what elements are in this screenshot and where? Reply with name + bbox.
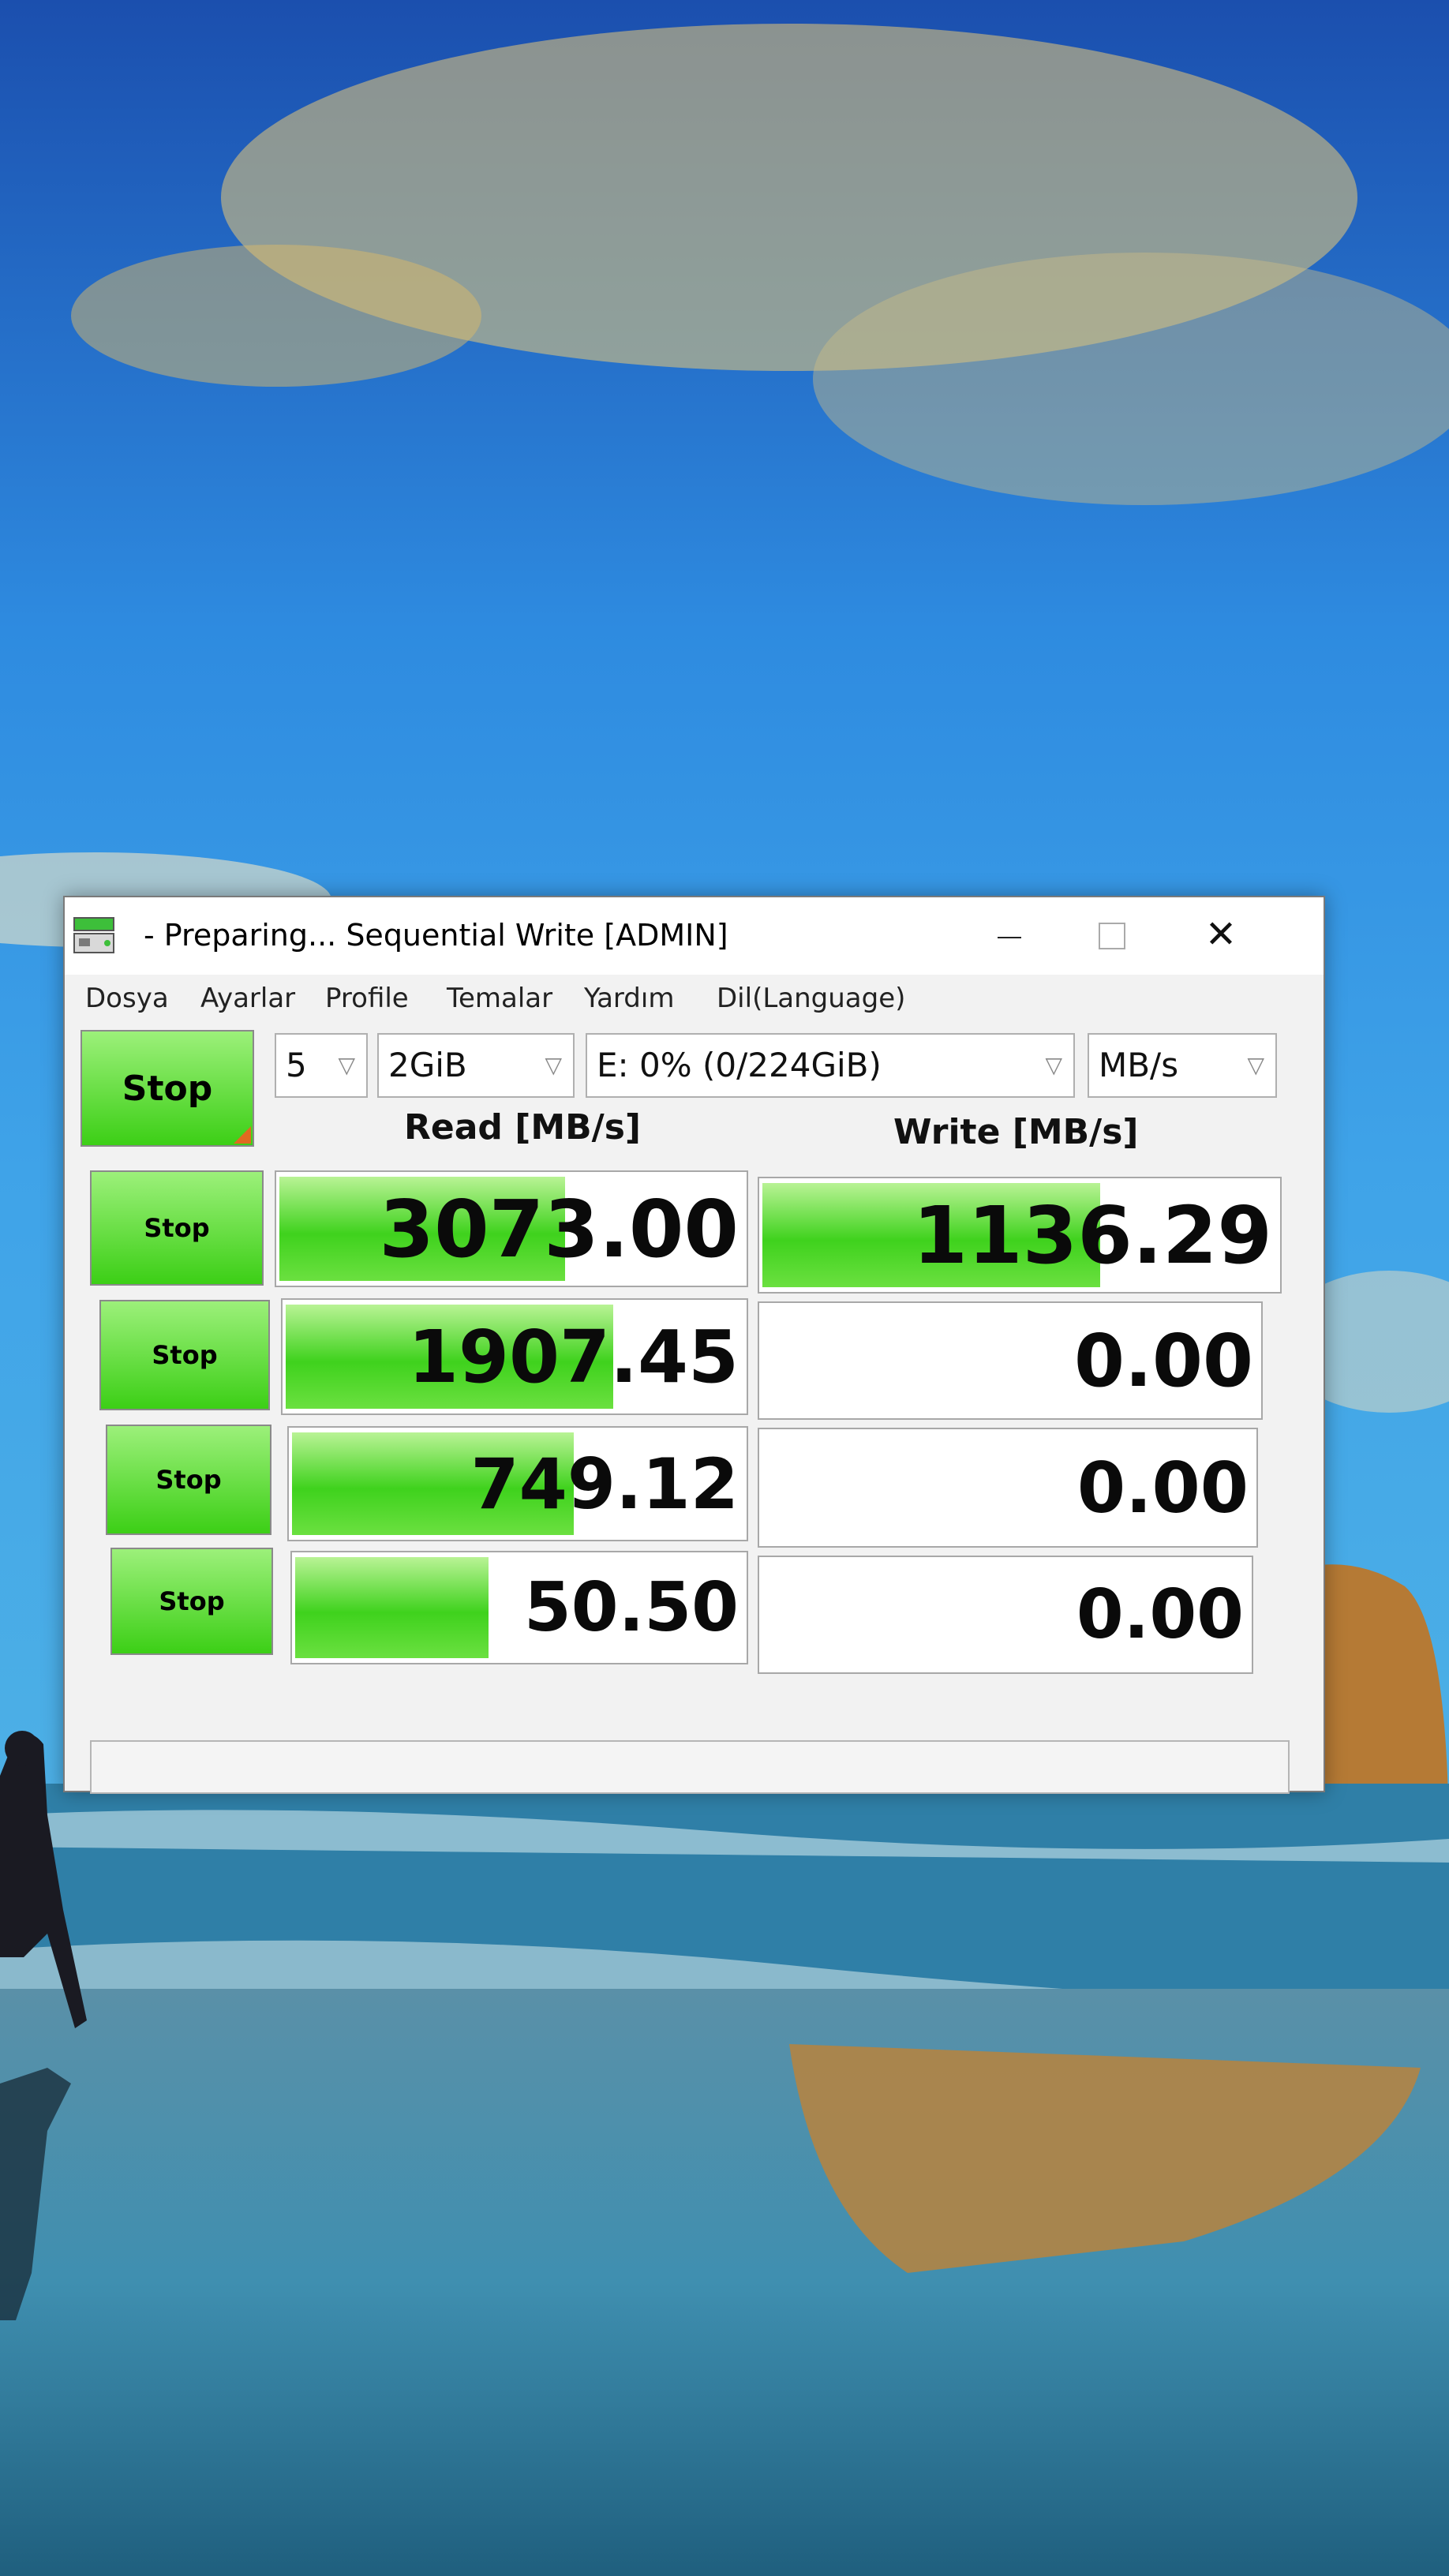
disk-icon xyxy=(73,917,114,953)
write-result-row-1: 1136.29 xyxy=(758,1177,1282,1294)
read-value: 1907.45 xyxy=(407,1314,739,1399)
menu-item-yardim[interactable]: Yardım xyxy=(584,983,674,1014)
title-bar[interactable]: - Preparing... Sequential Write [ADMIN] … xyxy=(65,897,1324,975)
benchmark-panel: Stop 5 ▽ 2GiB ▽ E: 0% (0/224GiB) ▽ MB/s … xyxy=(80,1030,1304,1794)
read-result-row-1: 3073.00 xyxy=(275,1170,748,1287)
menu-item-ayarlar[interactable]: Ayarlar xyxy=(200,983,295,1014)
menu-item-temalar[interactable]: Temalar xyxy=(447,983,552,1014)
read-result-row-4: 50.50 xyxy=(290,1551,748,1664)
minimize-button[interactable] xyxy=(964,907,1051,962)
size-value: 2GiB xyxy=(388,1046,467,1084)
stop-button-row-2[interactable]: Stop xyxy=(99,1300,270,1410)
stop-label: Stop xyxy=(152,1340,218,1370)
drive-select[interactable]: E: 0% (0/224GiB) ▽ xyxy=(586,1033,1075,1098)
benchmark-window: - Preparing... Sequential Write [ADMIN] … xyxy=(63,896,1325,1794)
stop-button-row-1[interactable]: Stop xyxy=(90,1170,264,1286)
menu-bar: Dosya Ayarlar Profile Temalar Yardım Dil… xyxy=(65,975,1324,1022)
stop-label: Stop xyxy=(144,1213,210,1243)
count-select[interactable]: 5 ▽ xyxy=(275,1033,368,1098)
read-progress-bar xyxy=(295,1557,489,1658)
menu-item-dosya[interactable]: Dosya xyxy=(85,983,169,1014)
count-value: 5 xyxy=(286,1046,307,1084)
stop-all-label: Stop xyxy=(122,1068,213,1109)
chevron-down-icon: ▽ xyxy=(1247,1052,1264,1078)
stop-button-row-3[interactable]: Stop xyxy=(106,1425,271,1535)
write-result-row-4: 0.00 xyxy=(758,1556,1253,1674)
stop-button-row-4[interactable]: Stop xyxy=(110,1548,273,1655)
chevron-down-icon: ▽ xyxy=(1045,1052,1062,1078)
stop-label: Stop xyxy=(159,1586,225,1616)
unit-value: MB/s xyxy=(1099,1046,1179,1084)
comment-field[interactable] xyxy=(90,1740,1290,1794)
window-title: - Preparing... Sequential Write [ADMIN] xyxy=(144,918,728,953)
write-result-row-3: 0.00 xyxy=(758,1428,1258,1548)
chevron-down-icon: ▽ xyxy=(338,1052,355,1078)
chevron-down-icon: ▽ xyxy=(545,1052,562,1078)
read-result-row-3: 749.12 xyxy=(287,1426,748,1541)
write-value: 1136.29 xyxy=(912,1189,1272,1282)
drive-value: E: 0% (0/224GiB) xyxy=(597,1046,882,1084)
write-result-row-2: 0.00 xyxy=(758,1301,1263,1420)
unit-select[interactable]: MB/s ▽ xyxy=(1088,1033,1277,1098)
maximize-button[interactable] xyxy=(1067,907,1154,962)
read-value: 749.12 xyxy=(470,1443,739,1525)
close-button[interactable]: ✕ xyxy=(1178,907,1264,962)
stop-all-button[interactable]: Stop xyxy=(80,1030,254,1147)
corner-marker xyxy=(234,1126,251,1144)
write-column-header: Write [MB/s] xyxy=(893,1112,1139,1152)
menu-item-profile[interactable]: Profile xyxy=(325,983,409,1014)
write-value: 0.00 xyxy=(1074,1318,1253,1403)
write-value: 0.00 xyxy=(1076,1575,1244,1654)
read-value: 3073.00 xyxy=(379,1182,739,1275)
size-select[interactable]: 2GiB ▽ xyxy=(377,1033,575,1098)
read-column-header: Read [MB/s] xyxy=(404,1107,642,1148)
stop-label: Stop xyxy=(155,1465,222,1495)
write-value: 0.00 xyxy=(1076,1447,1249,1529)
read-value: 50.50 xyxy=(523,1568,739,1647)
menu-item-language[interactable]: Dil(Language) xyxy=(717,983,905,1014)
read-result-row-2: 1907.45 xyxy=(281,1298,748,1415)
